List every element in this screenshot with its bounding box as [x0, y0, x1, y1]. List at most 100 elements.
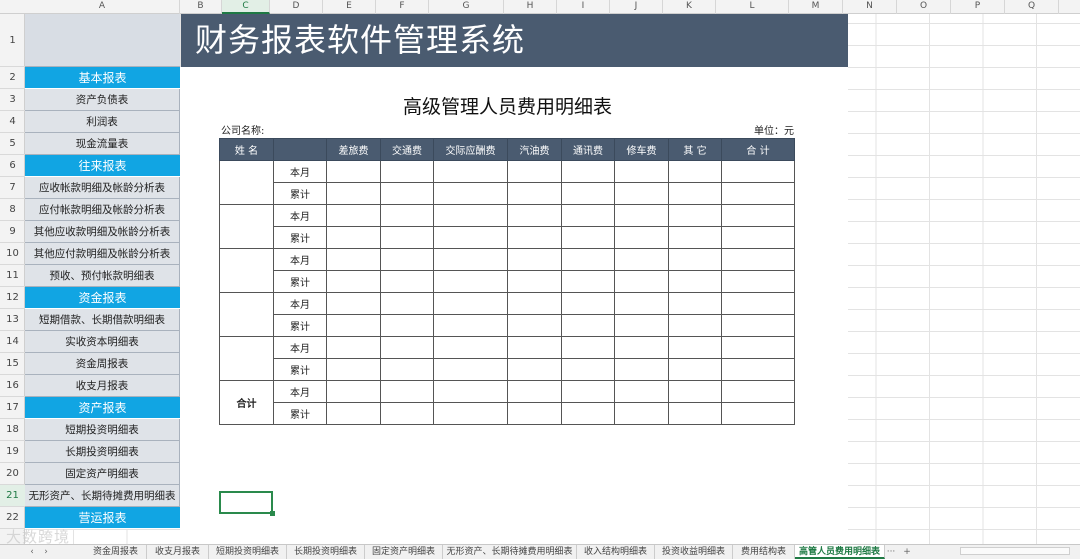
tab-scroll-left-icon[interactable]: ‹	[26, 545, 38, 559]
row-header-10[interactable]: 10	[0, 243, 25, 265]
amount-cell[interactable]	[668, 380, 722, 403]
sidebar-item[interactable]: 收支月报表	[25, 375, 180, 397]
amount-cell[interactable]	[614, 226, 669, 249]
sidebar-item[interactable]: 短期借款、长期借款明细表	[25, 309, 180, 331]
amount-cell[interactable]	[614, 182, 669, 205]
row-header-14[interactable]: 14	[0, 331, 25, 353]
sidebar-item[interactable]: 短期投资明细表	[25, 419, 180, 441]
sidebar-category[interactable]: 基本报表	[25, 67, 180, 89]
tab-scroll-right-icon[interactable]: ›	[40, 545, 52, 559]
amount-cell[interactable]	[380, 314, 434, 337]
amount-cell[interactable]	[433, 248, 508, 271]
column-header-o[interactable]: O	[897, 0, 951, 14]
amount-cell[interactable]	[561, 204, 615, 227]
column-header-g[interactable]: G	[429, 0, 504, 14]
row-header-13[interactable]: 13	[0, 309, 25, 331]
amount-cell[interactable]	[507, 336, 562, 359]
amount-cell[interactable]	[668, 270, 722, 293]
sheet-tab[interactable]: 投资收益明细表	[655, 545, 733, 559]
sidebar-item[interactable]: 实收资本明细表	[25, 331, 180, 353]
amount-cell[interactable]	[614, 402, 669, 425]
column-header-i[interactable]: I	[557, 0, 610, 14]
more-tabs-icon[interactable]: ···	[884, 545, 898, 559]
amount-cell[interactable]	[326, 226, 381, 249]
name-cell[interactable]	[219, 292, 274, 337]
column-header-n[interactable]: N	[843, 0, 897, 14]
amount-cell[interactable]	[561, 292, 615, 315]
total-label[interactable]: 合计	[219, 380, 274, 425]
amount-cell[interactable]	[561, 358, 615, 381]
amount-cell[interactable]	[433, 336, 508, 359]
column-header-f[interactable]: F	[376, 0, 429, 14]
sidebar-item[interactable]: 资产负债表	[25, 89, 180, 111]
column-header-a[interactable]: A	[25, 0, 180, 14]
amount-cell[interactable]	[380, 204, 434, 227]
row-header-16[interactable]: 16	[0, 375, 25, 397]
column-header-b[interactable]: B	[180, 0, 222, 14]
amount-cell[interactable]	[561, 380, 615, 403]
amount-cell[interactable]	[380, 182, 434, 205]
amount-cell[interactable]	[507, 160, 562, 183]
column-header-h[interactable]: H	[504, 0, 557, 14]
amount-cell[interactable]	[326, 292, 381, 315]
sheet-tab[interactable]: 资金周报表	[85, 545, 147, 559]
sheet-tab[interactable]: 费用结构表	[733, 545, 795, 559]
amount-cell[interactable]	[433, 270, 508, 293]
amount-cell[interactable]	[668, 226, 722, 249]
row-header-1[interactable]: 1	[0, 14, 25, 67]
sheet-tab[interactable]: 收入结构明细表	[577, 545, 655, 559]
amount-cell[interactable]	[668, 314, 722, 337]
amount-cell[interactable]	[721, 402, 795, 425]
amount-cell[interactable]	[380, 270, 434, 293]
amount-cell[interactable]	[668, 402, 722, 425]
name-cell[interactable]	[219, 204, 274, 249]
sheet-tab[interactable]: 高管人员费用明细表	[795, 545, 885, 559]
amount-cell[interactable]	[668, 204, 722, 227]
amount-cell[interactable]	[561, 270, 615, 293]
amount-cell[interactable]	[507, 270, 562, 293]
amount-cell[interactable]	[380, 160, 434, 183]
name-cell[interactable]	[219, 336, 274, 381]
sidebar-item[interactable]: 无形资产、长期待摊费用明细表	[25, 485, 180, 507]
sidebar-item[interactable]: 其他应付款明细及帐龄分析表	[25, 243, 180, 265]
column-header-j[interactable]: J	[610, 0, 663, 14]
amount-cell[interactable]	[614, 380, 669, 403]
amount-cell[interactable]	[326, 182, 381, 205]
amount-cell[interactable]	[326, 380, 381, 403]
amount-cell[interactable]	[561, 182, 615, 205]
amount-cell[interactable]	[721, 358, 795, 381]
amount-cell[interactable]	[433, 402, 508, 425]
row-header-4[interactable]: 4	[0, 111, 25, 133]
sidebar-item[interactable]: 固定资产明细表	[25, 463, 180, 485]
column-header-d[interactable]: D	[270, 0, 323, 14]
row-header-2[interactable]: 2	[0, 67, 25, 89]
sidebar-category[interactable]: 资产报表	[25, 397, 180, 419]
sheet-tab[interactable]: 短期投资明细表	[209, 545, 287, 559]
amount-cell[interactable]	[326, 402, 381, 425]
amount-cell[interactable]	[326, 270, 381, 293]
amount-cell[interactable]	[380, 358, 434, 381]
row-header-5[interactable]: 5	[0, 133, 25, 155]
amount-cell[interactable]	[614, 160, 669, 183]
amount-cell[interactable]	[507, 204, 562, 227]
amount-cell[interactable]	[507, 292, 562, 315]
amount-cell[interactable]	[507, 314, 562, 337]
amount-cell[interactable]	[326, 358, 381, 381]
amount-cell[interactable]	[433, 226, 508, 249]
sheet-tab[interactable]: 无形资产、长期待摊费用明细表	[443, 545, 577, 559]
row-header-8[interactable]: 8	[0, 199, 25, 221]
amount-cell[interactable]	[668, 358, 722, 381]
sidebar-item[interactable]: 利润表	[25, 111, 180, 133]
column-header-m[interactable]: M	[789, 0, 843, 14]
amount-cell[interactable]	[561, 160, 615, 183]
amount-cell[interactable]	[721, 226, 795, 249]
amount-cell[interactable]	[561, 402, 615, 425]
amount-cell[interactable]	[721, 270, 795, 293]
selected-cell[interactable]	[219, 491, 275, 516]
column-header-q[interactable]: Q	[1005, 0, 1059, 14]
sidebar-item[interactable]: 资金周报表	[25, 353, 180, 375]
horizontal-scrollbar[interactable]	[960, 547, 1070, 555]
amount-cell[interactable]	[326, 314, 381, 337]
amount-cell[interactable]	[507, 248, 562, 271]
amount-cell[interactable]	[433, 358, 508, 381]
